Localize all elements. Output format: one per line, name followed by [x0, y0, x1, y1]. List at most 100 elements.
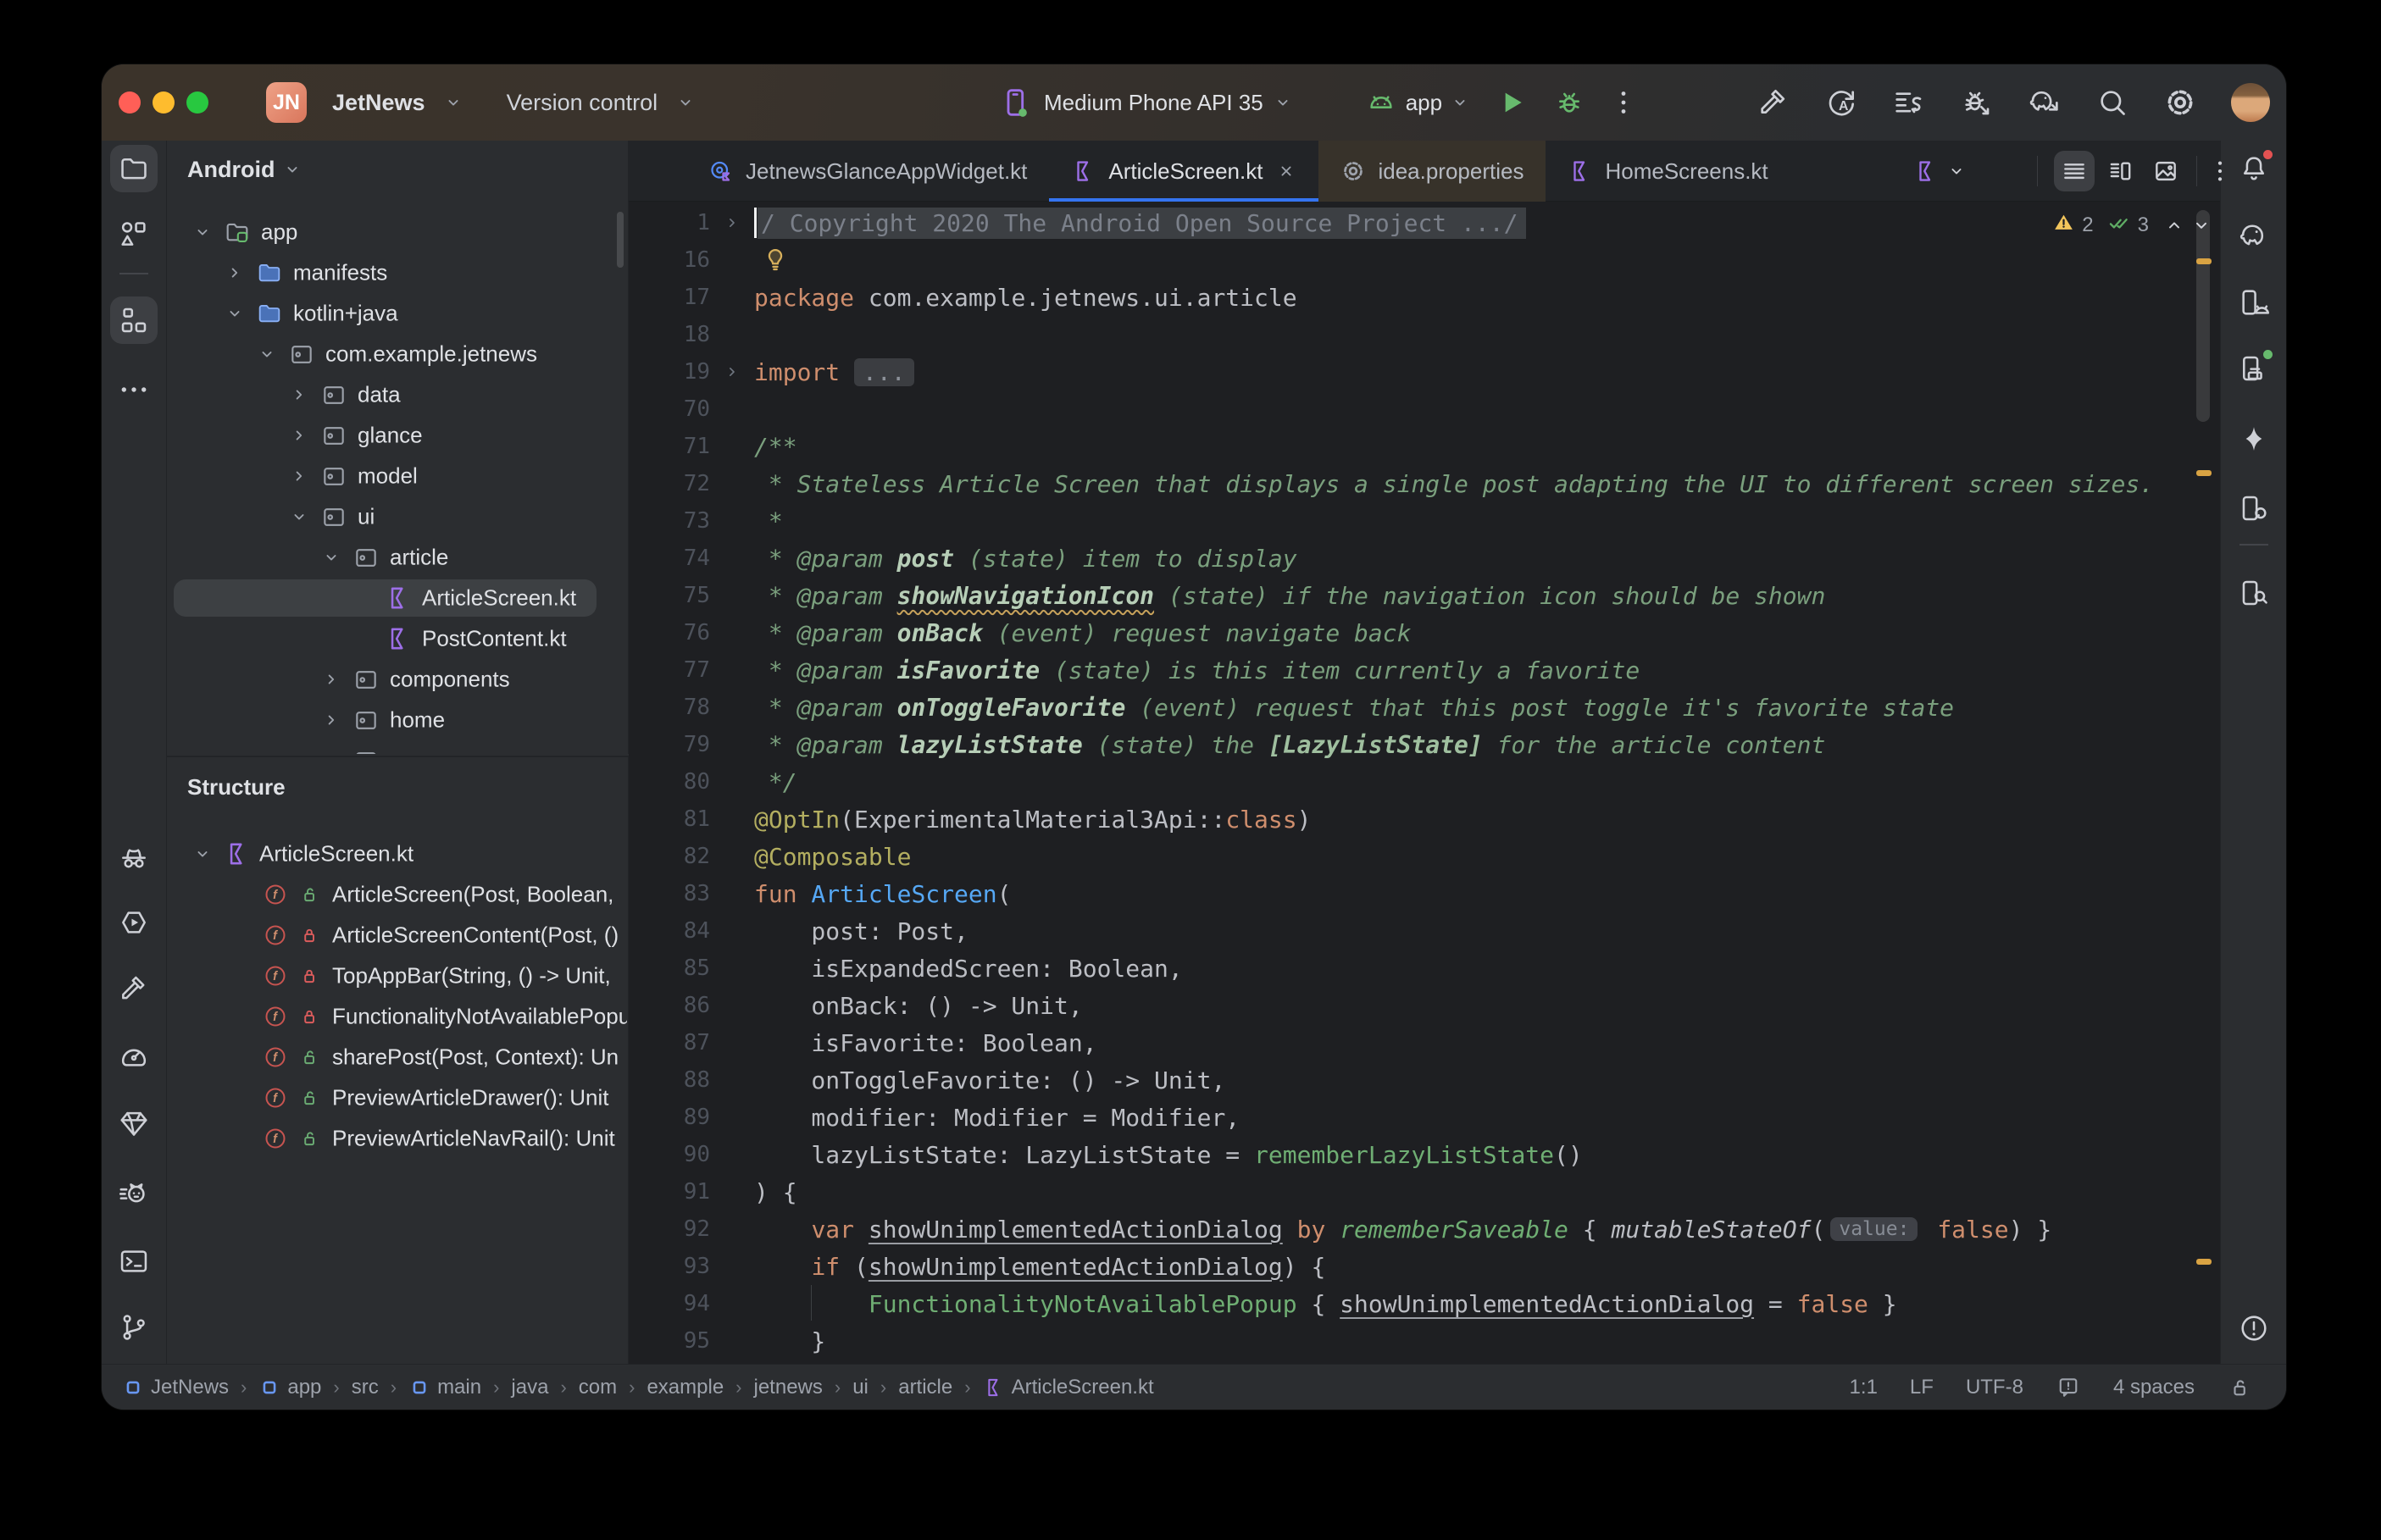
code-line[interactable]: 81@OptIn(ExperimentalMaterial3Api::class…	[629, 800, 2220, 838]
gemini-sparkle-icon[interactable]	[2230, 415, 2278, 463]
line-number[interactable]: 85	[629, 956, 710, 981]
tree-row[interactable]: PostContent.kt	[167, 618, 628, 659]
code-line[interactable]: 93 if (showUnimplementedActionDialog) {	[629, 1248, 2220, 1285]
line-number[interactable]: 86	[629, 993, 710, 1018]
line-number[interactable]: 1	[629, 210, 710, 235]
editor-scrollbar[interactable]	[2196, 210, 2210, 422]
tab-options-button[interactable]	[2206, 141, 2234, 202]
line-number[interactable]: 71	[629, 434, 710, 459]
gradle-elephant-icon[interactable]	[2230, 212, 2278, 259]
problems-error-icon[interactable]	[2230, 1305, 2278, 1352]
sync-a-icon[interactable]: A	[1824, 86, 1858, 119]
tree-row[interactable]: glance	[167, 415, 628, 456]
tab-idea.properties[interactable]: idea.properties	[1318, 141, 1546, 202]
tree-row[interactable]: manifests	[167, 252, 628, 293]
minimize-window-button[interactable]	[153, 91, 175, 114]
tree-row[interactable]: ArticleScreen.kt	[167, 578, 628, 618]
tree-row[interactable]: app	[167, 212, 628, 252]
line-number[interactable]: 82	[629, 844, 710, 869]
line-number[interactable]: 76	[629, 620, 710, 645]
more-ellipsis-icon[interactable]	[110, 366, 158, 413]
breadcrumb-item[interactable]: com	[579, 1376, 617, 1399]
line-number[interactable]: 94	[629, 1291, 710, 1316]
gradle-sync-icon[interactable]	[2028, 86, 2062, 119]
structure-row[interactable]: fArticleScreenContent(Post, ()	[167, 915, 628, 956]
debug-button[interactable]	[1552, 86, 1586, 119]
split-view-icon[interactable]	[2100, 151, 2140, 191]
tree-scrollbar[interactable]	[617, 212, 624, 268]
caret-position-widget[interactable]: 1:1	[1850, 1376, 1878, 1399]
code-line[interactable]: 70	[629, 391, 2220, 428]
code-line[interactable]: 87 isFavorite: Boolean,	[629, 1024, 2220, 1061]
line-number[interactable]: 72	[629, 471, 710, 496]
code-line[interactable]: 74 * @param post (state) item to display	[629, 540, 2220, 577]
structure-root-row[interactable]: ArticleScreen.kt	[167, 834, 628, 874]
line-number[interactable]: 75	[629, 583, 710, 608]
code-line[interactable]: 76 * @param onBack (event) request navig…	[629, 614, 2220, 651]
line-number[interactable]: 17	[629, 285, 710, 310]
code-line[interactable]: 84 post: Post,	[629, 912, 2220, 950]
breadcrumb-item[interactable]: jetnews	[754, 1376, 823, 1399]
vcs-menu[interactable]: Version control	[507, 90, 658, 116]
line-number[interactable]: 73	[629, 508, 710, 534]
code-line[interactable]: 92 var showUnimplementedActionDialog by …	[629, 1210, 2220, 1248]
code-line[interactable]: 72 * Stateless Article Screen that displ…	[629, 465, 2220, 502]
fold-arrow-icon[interactable]	[710, 363, 754, 380]
bug-attach-icon[interactable]	[1960, 86, 1994, 119]
indent-widget[interactable]: 4 spaces	[2113, 1376, 2195, 1399]
line-number[interactable]: 83	[629, 881, 710, 906]
profiler-gauge-icon[interactable]	[110, 1032, 158, 1079]
code-line[interactable]: 89 modifier: Modifier = Modifier,	[629, 1099, 2220, 1136]
code-line[interactable]: 1/ Copyright 2020 The Android Open Sourc…	[629, 204, 2220, 241]
resource-shapes-icon[interactable]	[110, 210, 158, 258]
line-number[interactable]: 19	[629, 359, 710, 385]
code-line[interactable]: 73 *	[629, 502, 2220, 540]
breadcrumb-item[interactable]: example	[647, 1376, 724, 1399]
lightbulb-icon[interactable]	[761, 246, 790, 274]
line-number[interactable]: 91	[629, 1179, 710, 1205]
tree-row[interactable]: ui	[167, 496, 628, 537]
line-number[interactable]: 84	[629, 918, 710, 944]
line-number[interactable]: 79	[629, 732, 710, 757]
encoding-widget[interactable]: UTF-8	[1966, 1376, 2023, 1399]
project-folder-icon[interactable]	[110, 145, 158, 192]
close-icon[interactable]	[1276, 161, 1296, 181]
breadcrumb-item[interactable]: app	[258, 1376, 321, 1399]
tab-overflow-dropdown[interactable]	[1913, 141, 1966, 202]
project-view-selector[interactable]: Android	[187, 147, 302, 191]
structure-row[interactable]: fTopAppBar(String, () -> Unit,	[167, 956, 628, 996]
chevron-down-icon[interactable]	[193, 845, 212, 863]
chevron-up-icon[interactable]	[2164, 215, 2184, 235]
running-devices-icon[interactable]	[2230, 345, 2278, 392]
build-hammer-icon[interactable]	[110, 965, 158, 1012]
inspection-highlight-icon[interactable]	[2056, 1375, 2081, 1400]
breadcrumb-item[interactable]: JetNews	[122, 1376, 229, 1399]
code-line[interactable]: 82@Composable	[629, 838, 2220, 875]
structure-row[interactable]: fsharePost(Post, Context): Un	[167, 1037, 628, 1077]
line-number[interactable]: 93	[629, 1254, 710, 1279]
breadcrumb-item[interactable]: ArticleScreen.kt	[983, 1376, 1154, 1399]
line-separator-widget[interactable]: LF	[1910, 1376, 1934, 1399]
code-line[interactable]: 16	[629, 241, 2220, 279]
breadcrumb-item[interactable]: src	[352, 1376, 379, 1399]
code-line[interactable]: 17package com.example.jetnews.ui.article	[629, 279, 2220, 316]
line-number[interactable]: 95	[629, 1328, 710, 1354]
inspections-widget[interactable]: 23	[2052, 208, 2212, 242]
maximize-window-button[interactable]	[186, 91, 208, 114]
structure-row[interactable]: fPreviewArticleNavRail(): Unit	[167, 1118, 628, 1159]
code-editor[interactable]: 1/ Copyright 2020 The Android Open Sourc…	[629, 202, 2220, 1364]
gem-icon[interactable]	[110, 1100, 158, 1147]
line-number[interactable]: 92	[629, 1216, 710, 1242]
code-line[interactable]: 90 lazyListState: LazyListState = rememb…	[629, 1136, 2220, 1173]
code-line[interactable]: 91) {	[629, 1173, 2220, 1210]
line-number[interactable]: 77	[629, 657, 710, 683]
git-branch-icon[interactable]	[110, 1304, 158, 1351]
code-line[interactable]: 71/**	[629, 428, 2220, 465]
logcat-cat-icon[interactable]	[110, 1169, 158, 1216]
tab-HomeScreens.kt[interactable]: HomeScreens.kt	[1546, 141, 1790, 202]
code-line[interactable]: 94 FunctionalityNotAvailablePopup { show…	[629, 1285, 2220, 1322]
tab-JetnewsGlanceAppWidget.kt[interactable]: JetnewsGlanceAppWidget.kt	[686, 141, 1049, 202]
line-number[interactable]: 16	[629, 247, 710, 273]
project-name-menu[interactable]: JetNews	[332, 90, 425, 116]
structure-row[interactable]: fFunctionalityNotAvailablePopu	[167, 996, 628, 1037]
